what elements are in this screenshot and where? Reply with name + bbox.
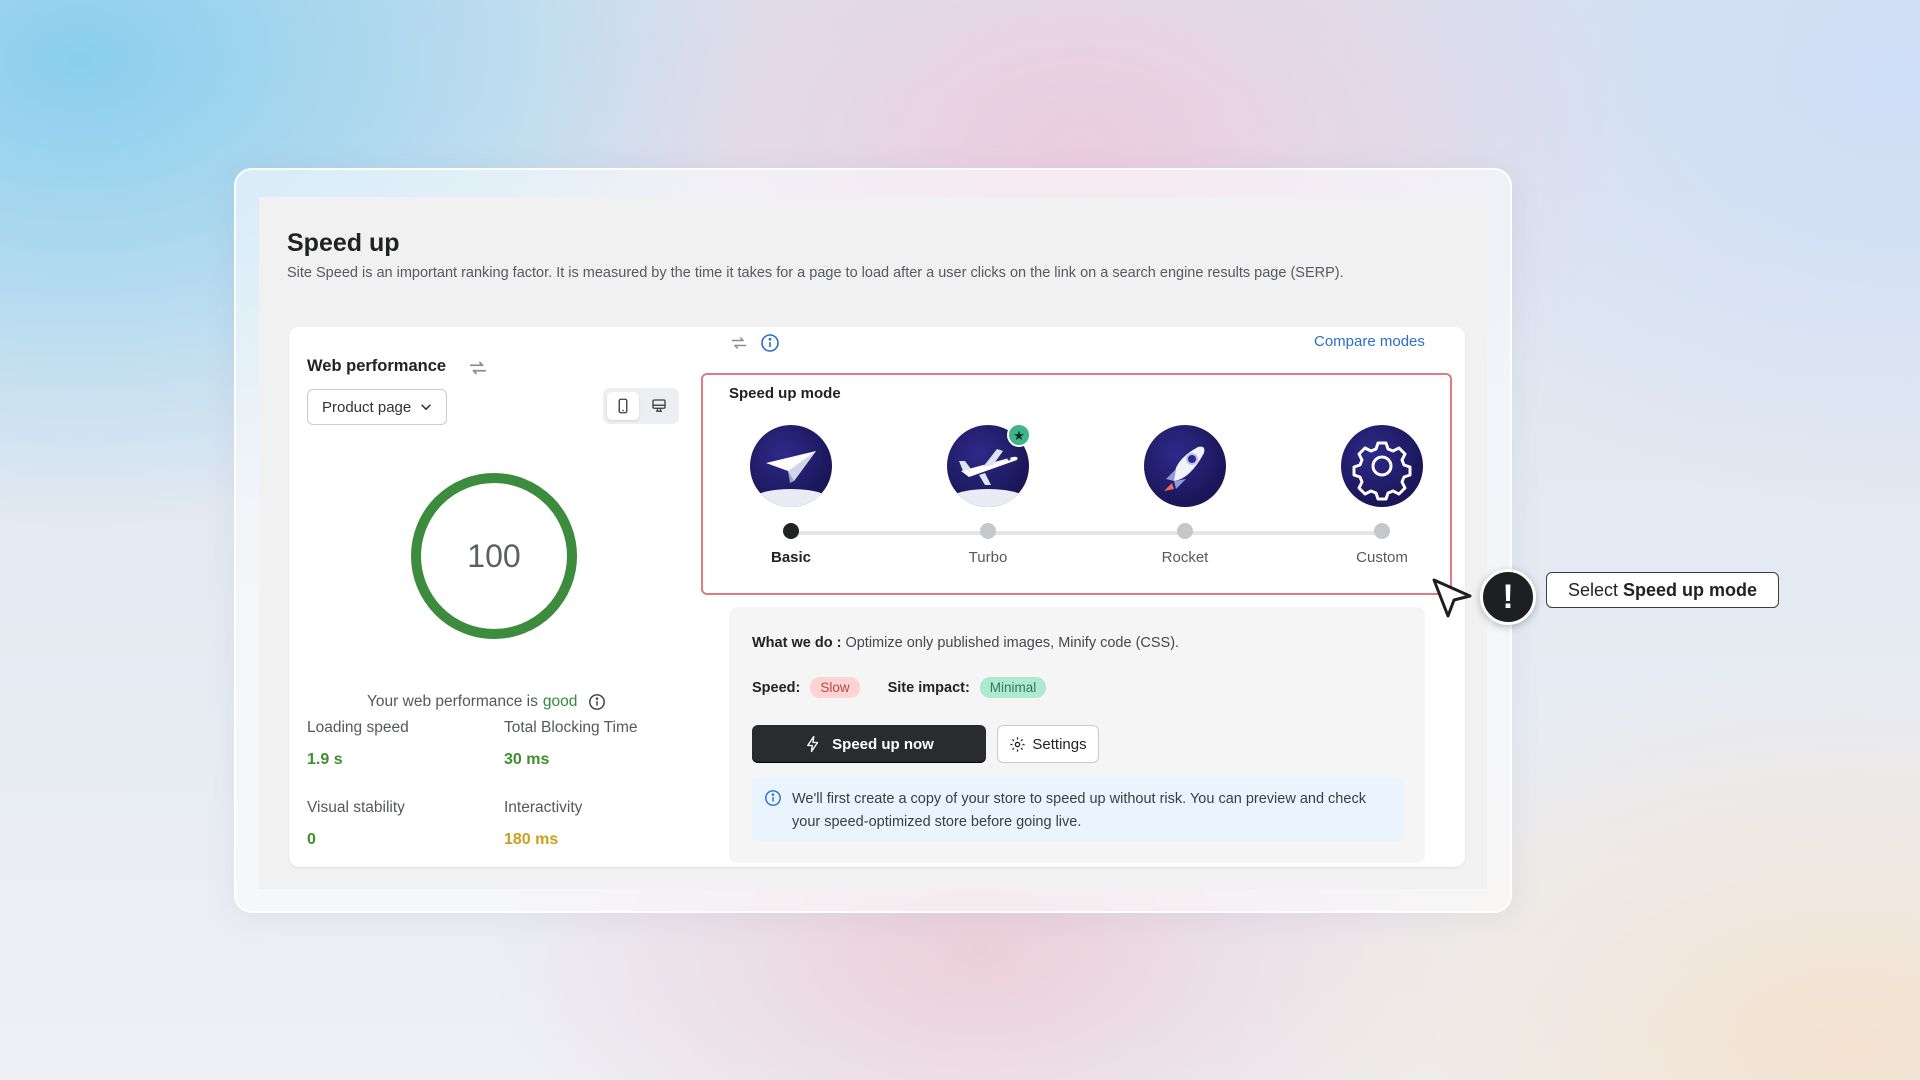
speed-up-now-button[interactable]: Speed up now — [752, 725, 986, 763]
metric-label-visual-stability: Visual stability — [307, 799, 405, 816]
metric-value-visual-stability: 0 — [307, 831, 316, 848]
mode-label-custom: Custom — [1356, 549, 1408, 566]
instruction-tooltip: Select Speed up mode — [1546, 572, 1779, 608]
info-icon[interactable] — [760, 333, 780, 353]
alert-icon: ! — [1480, 569, 1536, 625]
site-impact-badge: Minimal — [979, 677, 1047, 698]
speed-label: Speed: — [752, 679, 801, 696]
page-type-dropdown[interactable]: Product page — [307, 389, 447, 425]
device-toggle — [603, 388, 679, 424]
speed-impact-row: Speed: Slow Site impact: Minimal — [752, 677, 1047, 698]
mode-option-rocket[interactable]: Rocket — [1110, 425, 1260, 566]
score-value: 100 — [467, 537, 521, 574]
speed-up-mode-selector: Speed up mode Basic ★ Turbo Rocket Custo… — [701, 373, 1452, 595]
mode-option-turbo[interactable]: ★ Turbo — [913, 423, 1063, 566]
gear-icon — [1341, 425, 1423, 507]
mobile-icon — [618, 398, 628, 414]
rocket-icon — [1144, 425, 1226, 507]
mode-label-basic: Basic — [770, 549, 812, 566]
metric-value-total-blocking-time: 30 ms — [504, 751, 550, 768]
mode-label-turbo: Turbo — [968, 549, 1008, 566]
mode-option-basic[interactable]: Basic — [716, 425, 866, 566]
site-impact-label: Site impact: — [887, 679, 970, 696]
mode-dot-basic[interactable] — [783, 523, 799, 539]
mode-dot-rocket[interactable] — [1177, 523, 1193, 539]
info-note: We'll first create a copy of your store … — [752, 777, 1404, 841]
paper-plane-icon — [750, 425, 832, 507]
desktop-icon — [652, 399, 666, 412]
mode-slider-track[interactable] — [791, 531, 1383, 535]
cursor-pointer-icon — [1432, 578, 1472, 618]
speed-badge: Slow — [810, 677, 860, 698]
speed-up-panel: Speed up Site Speed is an important rank… — [259, 197, 1487, 889]
performance-status-value: good — [542, 693, 578, 710]
mode-dot-turbo[interactable] — [980, 523, 996, 539]
performance-status: Your web performance is good — [367, 693, 606, 711]
compare-modes-link[interactable]: Compare modes — [1314, 333, 1425, 350]
metric-label-total-blocking-time: Total Blocking Time — [504, 719, 638, 736]
metric-label-loading-speed: Loading speed — [307, 719, 409, 736]
page-type-value: Product page — [322, 398, 412, 416]
chevron-down-icon — [421, 404, 431, 410]
page-title: Speed up — [287, 229, 400, 257]
refresh-icon[interactable] — [467, 357, 489, 379]
speed-up-mode-title: Speed up mode — [729, 385, 841, 402]
info-note-text: We'll first create a copy of your store … — [792, 791, 1366, 830]
mode-details: What we do : Optimize only published ima… — [729, 607, 1425, 863]
metric-label-interactivity: Interactivity — [504, 799, 583, 816]
swap-icon[interactable] — [729, 333, 749, 353]
mode-option-custom[interactable]: Custom — [1307, 425, 1457, 566]
mode-label-rocket: Rocket — [1161, 549, 1209, 566]
desktop-view-button[interactable] — [643, 392, 675, 420]
metric-value-loading-speed: 1.9 s — [307, 751, 343, 768]
what-we-do: What we do : Optimize only published ima… — [752, 635, 1180, 651]
info-icon[interactable] — [588, 693, 606, 711]
page-subtitle: Site Speed is an important ranking facto… — [287, 265, 1344, 281]
lightning-icon — [807, 735, 819, 753]
web-performance-title: Web performance — [307, 357, 447, 375]
performance-card: Web performance Product page 100 Your we… — [289, 327, 1465, 867]
mobile-view-button[interactable] — [607, 392, 639, 420]
mode-dot-custom[interactable] — [1374, 523, 1390, 539]
gear-icon — [1010, 736, 1025, 752]
info-icon — [765, 790, 781, 806]
metric-value-interactivity: 180 ms — [504, 831, 559, 848]
settings-button[interactable]: Settings — [997, 725, 1099, 763]
recommended-star-icon: ★ — [1007, 423, 1031, 447]
